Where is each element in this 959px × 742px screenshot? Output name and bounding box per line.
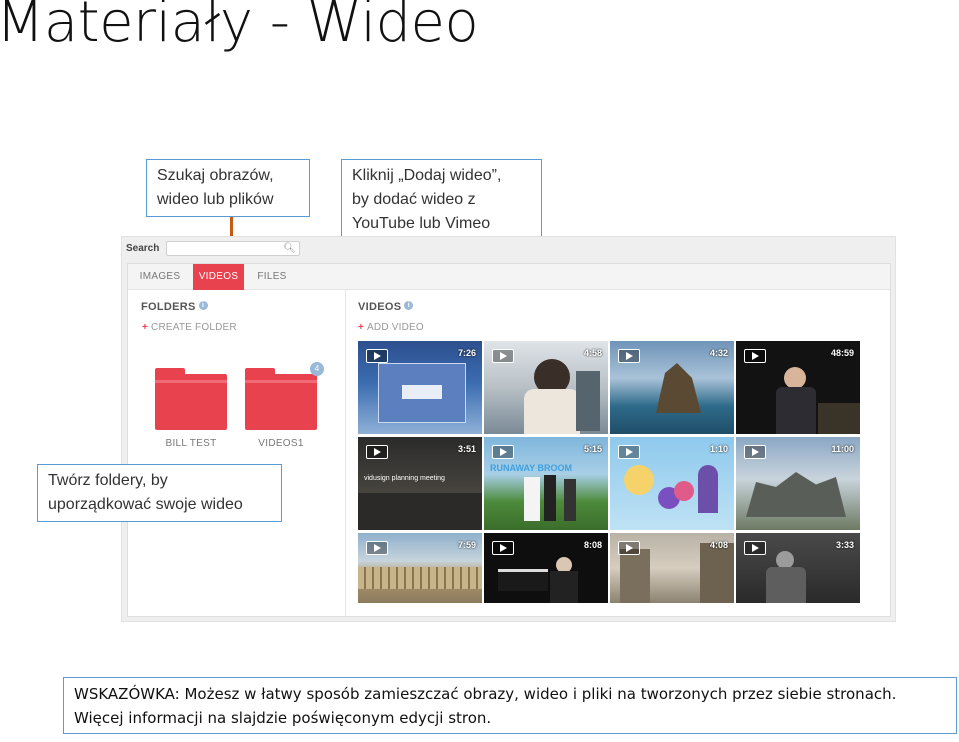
tip-line-2: Więcej informacji na slajdzie poświęcony… xyxy=(74,709,492,727)
play-icon xyxy=(492,445,514,459)
callout-search: Szukaj obrazów, wideo lub plików xyxy=(146,159,310,217)
play-icon xyxy=(618,349,640,363)
video-thumbnail[interactable]: 11:00 xyxy=(736,437,860,530)
play-icon xyxy=(366,541,388,555)
info-icon[interactable]: i xyxy=(198,301,208,310)
video-thumbnail[interactable]: 8:08 xyxy=(484,533,608,603)
video-duration: 8:08 xyxy=(583,540,602,550)
column-divider xyxy=(345,290,346,616)
video-duration: 48:59 xyxy=(830,348,854,358)
info-icon[interactable]: i xyxy=(404,301,414,310)
tip-line-1: WSKAZÓWKA: Możesz w łatwy sposób zamiesz… xyxy=(74,685,897,703)
media-panel: IMAGES VIDEOS FILES FOLDERS i + CREATE FOL… xyxy=(127,263,891,617)
search-label: Search xyxy=(126,243,160,254)
tab-bar: IMAGES VIDEOS FILES xyxy=(128,264,890,290)
tab-images[interactable]: IMAGES xyxy=(134,264,186,290)
play-icon xyxy=(744,349,766,363)
folder-videos1[interactable] xyxy=(245,368,317,430)
video-duration: 4:32 xyxy=(709,348,728,358)
video-grid: 7:26 4:58 4:32 48:59 vidusign planning m… xyxy=(358,341,862,603)
search-icon[interactable]: 🔍︎ xyxy=(283,243,296,254)
video-duration: 11:00 xyxy=(831,444,854,454)
video-duration: 7:26 xyxy=(457,348,476,358)
video-duration: 4:08 xyxy=(709,540,728,550)
play-icon xyxy=(492,541,514,555)
add-video-button[interactable]: + ADD VIDEO xyxy=(358,322,424,333)
video-thumbnail[interactable]: RUNAWAY BROOM 5:15 xyxy=(484,437,608,530)
video-thumbnail[interactable]: 4:58 xyxy=(484,341,608,434)
video-duration: 3:51 xyxy=(457,444,476,454)
create-folder-button[interactable]: + CREATE FOLDER xyxy=(142,322,237,333)
play-icon xyxy=(366,349,388,363)
callout-folders: Twórz foldery, by uporządkować swoje wid… xyxy=(37,464,282,522)
search-input[interactable]: 🔍︎ xyxy=(166,241,300,256)
folders-heading: FOLDERS i xyxy=(141,301,208,313)
video-thumbnail[interactable]: 4:08 xyxy=(610,533,734,603)
video-thumbnail[interactable]: 4:32 xyxy=(610,341,734,434)
video-thumbnail[interactable]: 1:10 xyxy=(610,437,734,530)
video-caption: RUNAWAY BROOM xyxy=(490,463,573,473)
plus-icon: + xyxy=(142,322,149,333)
video-thumbnail[interactable]: 7:59 xyxy=(358,533,482,603)
play-icon xyxy=(618,445,640,459)
tab-files[interactable]: FILES xyxy=(250,264,294,290)
video-thumbnail[interactable]: 48:59 xyxy=(736,341,860,434)
tab-videos[interactable]: VIDEOS xyxy=(193,264,244,290)
plus-icon: + xyxy=(358,322,365,333)
folder-label: BILL TEST xyxy=(165,438,217,449)
media-library-screenshot: Search 🔍︎ IMAGES VIDEOS FILES FOLDERS i +… xyxy=(121,236,896,622)
video-thumbnail[interactable]: vidusign planning meeting 3:51 xyxy=(358,437,482,530)
callout-add-video: Kliknij „Dodaj wideo”, by dodać wideo z … xyxy=(341,159,542,241)
video-duration: 5:15 xyxy=(583,444,602,454)
slide-title: Materiały - Wideo xyxy=(0,0,479,55)
folder-bill-test[interactable] xyxy=(155,368,227,430)
tip-box: WSKAZÓWKA: Możesz w łatwy sposób zamiesz… xyxy=(63,677,957,734)
video-duration: 4:58 xyxy=(583,348,602,358)
video-duration: 3:33 xyxy=(835,540,854,550)
video-duration: 7:59 xyxy=(457,540,476,550)
video-thumbnail[interactable]: 3:33 xyxy=(736,533,860,603)
video-duration: 1:10 xyxy=(709,444,728,454)
play-icon xyxy=(366,445,388,459)
videos-heading: VIDEOS i xyxy=(358,301,414,313)
play-icon xyxy=(618,541,640,555)
play-icon xyxy=(744,445,766,459)
folder-count-badge: 4 xyxy=(310,362,324,376)
play-icon xyxy=(492,349,514,363)
play-icon xyxy=(744,541,766,555)
video-thumbnail[interactable]: 7:26 xyxy=(358,341,482,434)
video-caption: vidusign planning meeting xyxy=(364,475,445,482)
folder-label: VIDEOS1 xyxy=(258,438,304,449)
